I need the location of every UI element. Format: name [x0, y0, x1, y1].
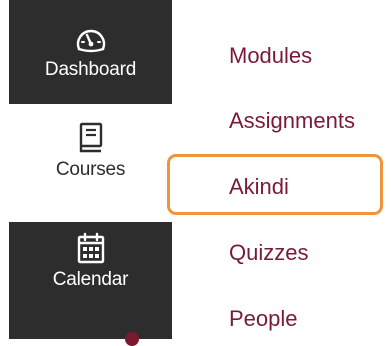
- course-link-assignments[interactable]: Assignments: [229, 108, 355, 134]
- akindi-highlight-box: [167, 154, 383, 215]
- nav-label-courses: Courses: [55, 159, 126, 180]
- nav-item-dashboard[interactable]: Dashboard: [9, 0, 172, 104]
- course-link-people[interactable]: People: [229, 306, 298, 332]
- calendar-icon: [77, 232, 104, 264]
- notification-dot: [125, 332, 139, 346]
- course-link-quizzes[interactable]: Quizzes: [229, 240, 308, 266]
- nav-label-calendar: Calendar: [52, 269, 129, 290]
- book-icon: [79, 122, 102, 153]
- dashboard-icon: [76, 29, 105, 53]
- global-navigation: Dashboard Courses Calendar: [9, 0, 172, 346]
- nav-label-dashboard: Dashboard: [44, 59, 137, 80]
- nav-item-courses[interactable]: Courses: [9, 104, 172, 222]
- nav-item-calendar[interactable]: Calendar: [9, 222, 172, 339]
- course-link-modules[interactable]: Modules: [229, 43, 312, 69]
